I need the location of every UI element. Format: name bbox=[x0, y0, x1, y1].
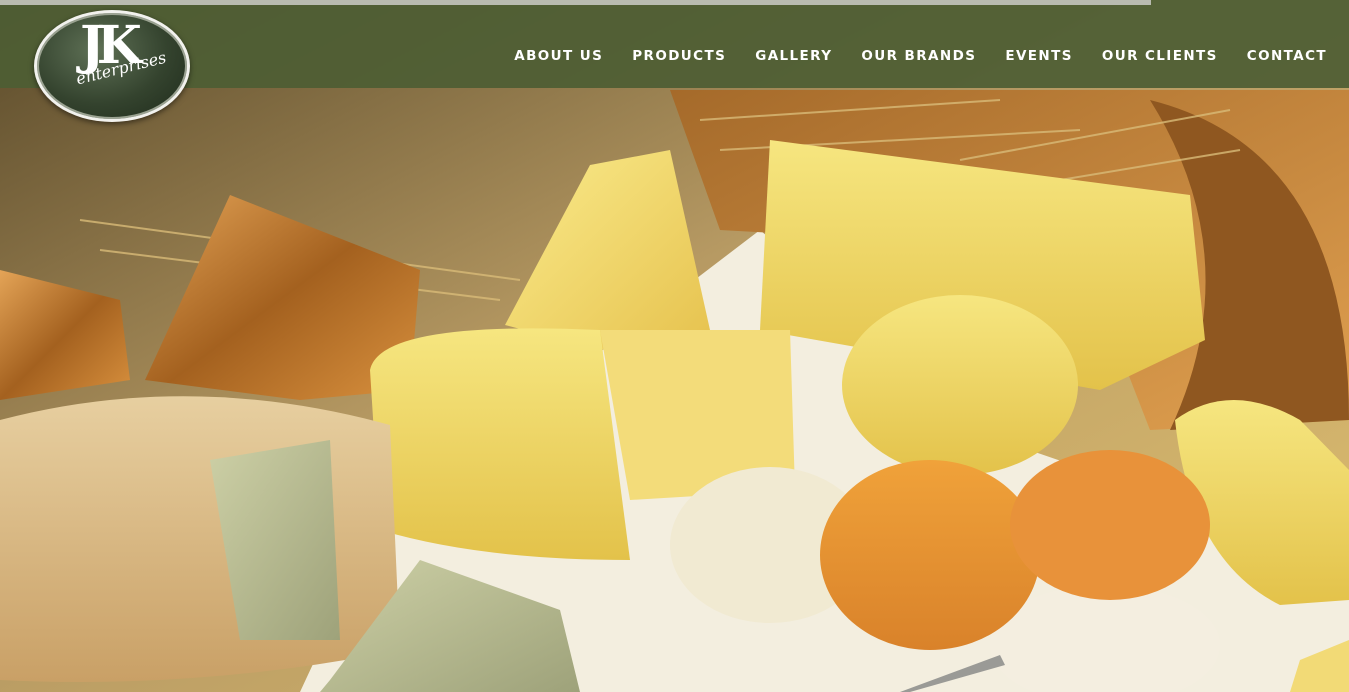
nav-our-clients-link[interactable]: OUR CLIENTS bbox=[1102, 46, 1218, 66]
nav-about-us-link[interactable]: ABOUT US bbox=[514, 46, 603, 66]
nav-gallery-link[interactable]: GALLERY bbox=[755, 46, 832, 66]
hero-cheese-image bbox=[0, 0, 1349, 692]
nav-contact-link[interactable]: CONTACT bbox=[1247, 46, 1327, 66]
nav-events-link[interactable]: EVENTS bbox=[1005, 46, 1073, 66]
site-header: ABOUT US PRODUCTS GALLERY OUR BRANDS EVE… bbox=[0, 0, 1349, 88]
main-navigation: ABOUT US PRODUCTS GALLERY OUR BRANDS EVE… bbox=[514, 46, 1327, 66]
site-logo[interactable]: JK enterprises bbox=[34, 10, 190, 122]
page-load-progress-line bbox=[0, 0, 1151, 5]
nav-our-brands-link[interactable]: OUR BRANDS bbox=[861, 46, 976, 66]
nav-products-link[interactable]: PRODUCTS bbox=[632, 46, 726, 66]
